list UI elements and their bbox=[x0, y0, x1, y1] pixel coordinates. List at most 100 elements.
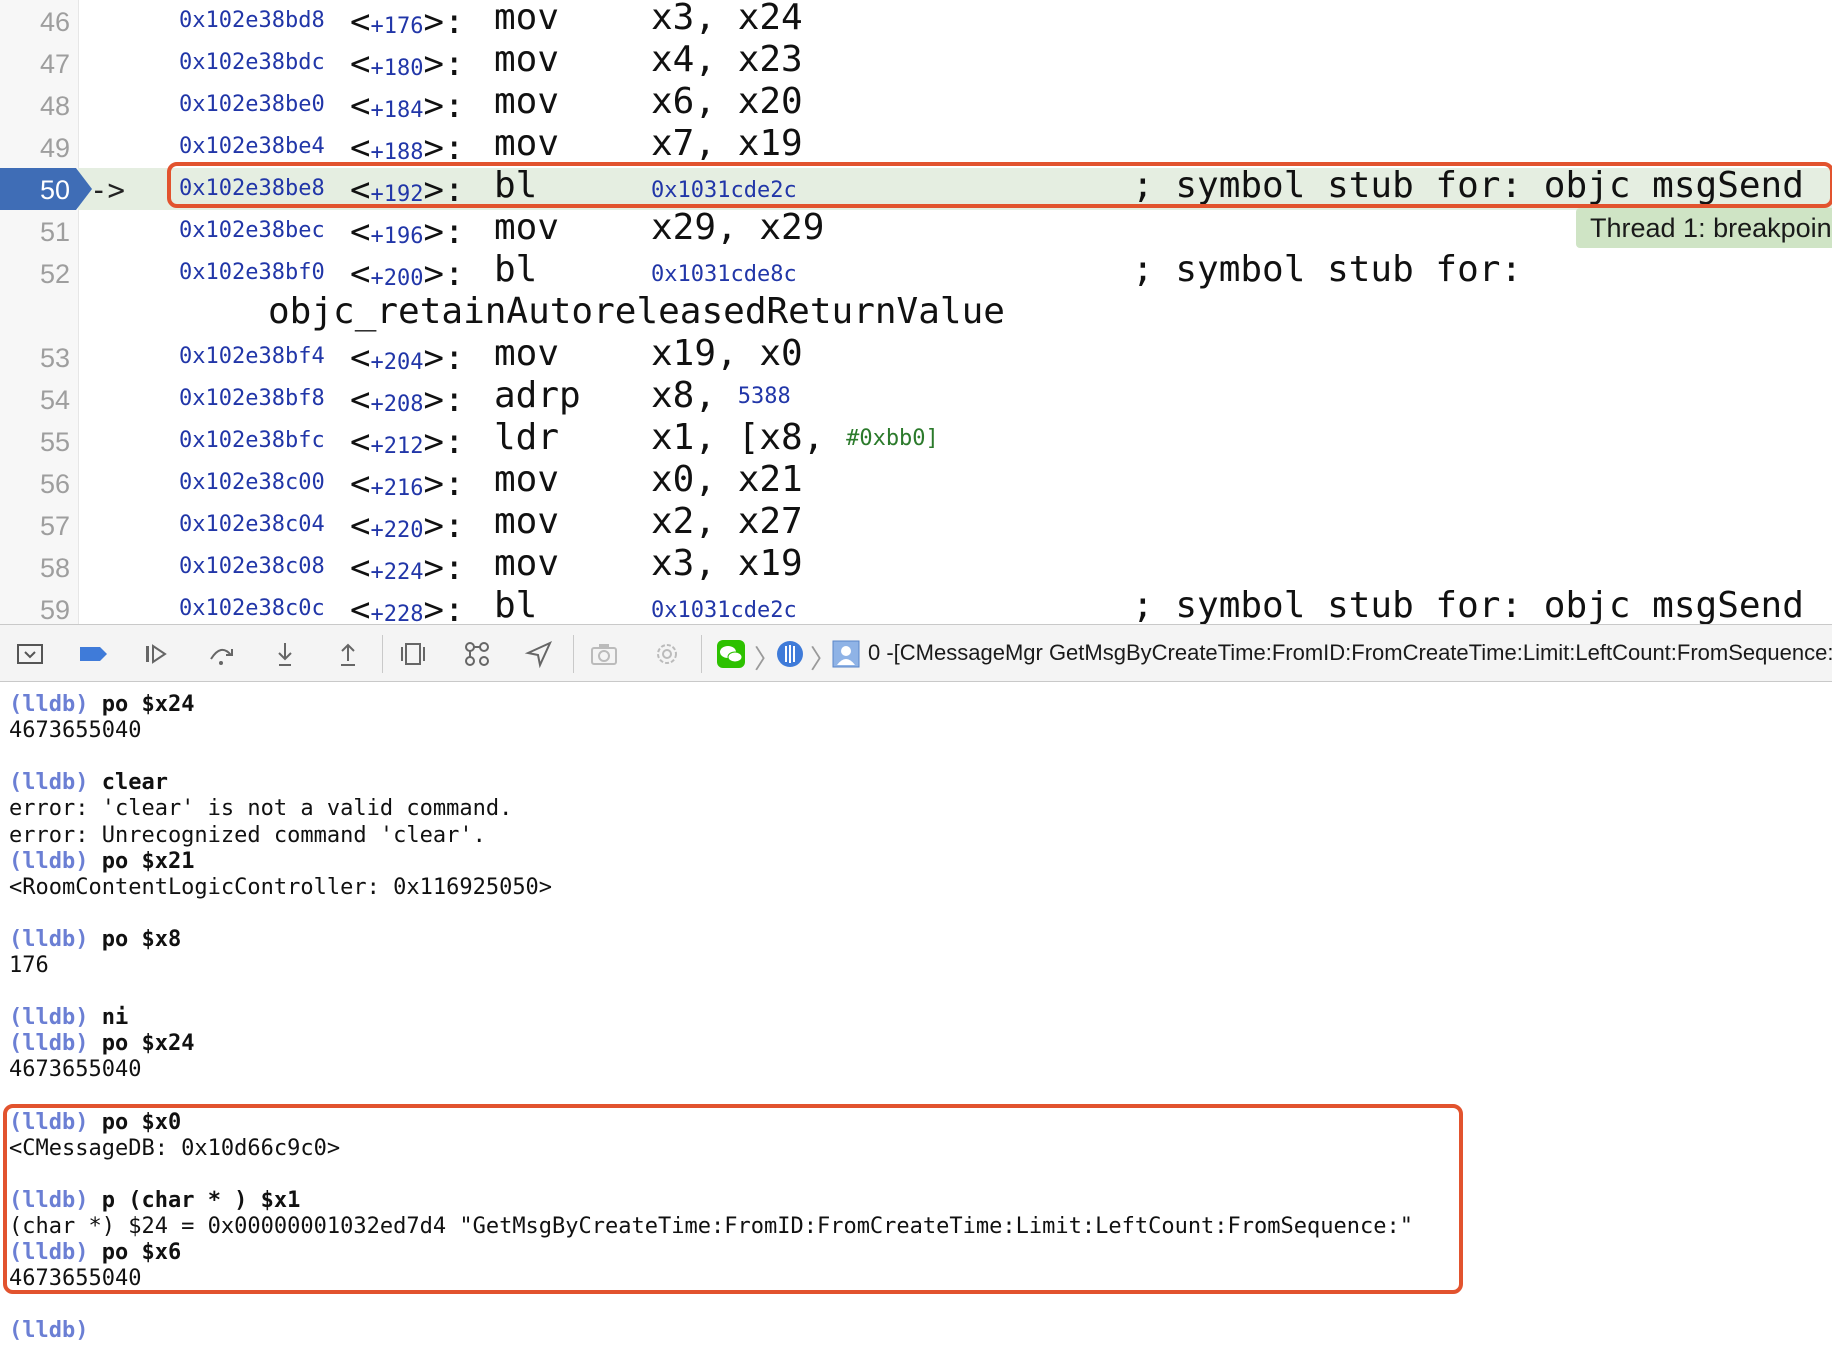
instruction-operands: x3, x19 bbox=[651, 543, 803, 584]
instruction-address: 0x102e38c00 bbox=[179, 470, 325, 495]
lldb-prompt: (lldb) bbox=[9, 770, 89, 796]
instruction-offset: <+176>: bbox=[350, 2, 465, 42]
thread-selector-button[interactable] bbox=[773, 637, 807, 671]
console-command: po $x21 bbox=[101, 848, 195, 874]
line-number: 47 bbox=[39, 49, 70, 79]
instruction-offset: <+180>: bbox=[350, 44, 465, 84]
instruction-mnemonic: mov bbox=[494, 81, 560, 122]
line-number: 51 bbox=[39, 217, 70, 247]
immediate-value: 5388 bbox=[737, 384, 791, 409]
instruction-offset: <+196>: bbox=[350, 212, 465, 252]
console-command-line: (lldb) clear bbox=[9, 770, 168, 796]
memory-graph-button[interactable] bbox=[460, 637, 494, 671]
hide-debug-area-button[interactable] bbox=[13, 637, 47, 671]
environment-overrides-button[interactable] bbox=[650, 637, 684, 671]
disassembly-line[interactable]: 54 0x102e38bf8 <+208>: adrp x8, 5388 bbox=[0, 376, 1832, 422]
instruction-operands: x1, [x8, #0xbb0] bbox=[651, 417, 939, 458]
step-into-button[interactable] bbox=[268, 637, 302, 671]
instruction-mnemonic: bl bbox=[494, 249, 538, 290]
step-out-button[interactable] bbox=[331, 637, 365, 671]
simulate-location-button[interactable] bbox=[522, 637, 556, 671]
disassembly-line[interactable]: 56 0x102e38c00 <+216>: mov x0, x21 bbox=[0, 460, 1832, 506]
stack-frame-label[interactable]: 0 -[CMessageMgr GetMsgByCreateTime:FromI… bbox=[868, 625, 1832, 681]
breakpoints-toggle-button[interactable] bbox=[76, 637, 110, 671]
instruction-offset: <+212>: bbox=[350, 422, 465, 462]
disassembly-line[interactable]: 51 0x102e38bec <+196>: mov x29, x29 bbox=[0, 208, 1832, 254]
disassembly-line[interactable]: 47 0x102e38bdc <+180>: mov x4, x23 bbox=[0, 40, 1832, 86]
breakpoint-icon bbox=[80, 647, 107, 661]
console-command: po $x8 bbox=[101, 926, 182, 952]
instruction-mnemonic: mov bbox=[494, 39, 560, 80]
disassembly-line[interactable]: 52 0x102e38bf0 <+200>: bl 0x1031cde8c; symbo… bbox=[0, 250, 1832, 296]
instruction-address: 0x102e38bdc bbox=[179, 50, 325, 75]
line-number: 57 bbox=[39, 511, 70, 541]
lldb-prompt: (lldb) bbox=[9, 692, 89, 717]
instruction-mnemonic: mov bbox=[494, 0, 560, 38]
console-output-line: 4673655040 bbox=[9, 1057, 142, 1083]
instruction-mnemonic: ldr bbox=[494, 417, 560, 458]
instruction-comment: ; symbol stub for: bbox=[1132, 249, 1523, 290]
instruction-operands: x8, 5388 bbox=[651, 375, 791, 416]
disassembly-line[interactable]: 57 0x102e38c04 <+220>: mov x2, x27 bbox=[0, 502, 1832, 548]
console-command: clear bbox=[101, 770, 168, 796]
line-number: 49 bbox=[39, 133, 70, 163]
pc-arrow-icon: -> bbox=[90, 173, 125, 207]
disassembly-line[interactable]: 53 0x102e38bf4 <+204>: mov x19, x0 bbox=[0, 334, 1832, 380]
step-out-icon bbox=[341, 643, 355, 666]
disassembly-line[interactable]: 48 0x102e38be0 <+184>: mov x6, x20 bbox=[0, 82, 1832, 128]
disassembly-line[interactable]: 55 0x102e38bfc <+212>: ldr x1, [x8, #0xbb0] bbox=[0, 418, 1832, 464]
lldb-console[interactable]: (lldb) po $x24 4673655040 (lldb) clear erro… bbox=[0, 682, 1832, 1350]
branch-target: 0x1031cde2c bbox=[651, 598, 797, 623]
thread-breakpoint-badge[interactable]: Thread 1: breakpoint bbox=[1576, 208, 1832, 248]
instruction-offset: <+216>: bbox=[350, 464, 465, 504]
continue-button[interactable] bbox=[139, 637, 173, 671]
instruction-mnemonic: mov bbox=[494, 501, 560, 542]
wechat-app-icon bbox=[717, 640, 745, 668]
lldb-prompt: (lldb) bbox=[9, 1318, 89, 1344]
instruction-address: 0x102e38bec bbox=[179, 218, 325, 243]
instruction-operands: x7, x19 bbox=[651, 123, 803, 164]
gear-icon bbox=[657, 644, 677, 664]
disassembly-editor[interactable]: 46 0x102e38bd8 <+176>: mov x3, x24 47 0x102e38… bbox=[0, 0, 1832, 624]
instruction-address: 0x102e38be0 bbox=[179, 92, 325, 117]
stack-frame-selector-button[interactable] bbox=[829, 637, 863, 671]
line-number: 56 bbox=[39, 469, 70, 499]
view-hierarchy-button[interactable] bbox=[396, 637, 430, 671]
instruction-operands: x4, x23 bbox=[651, 39, 803, 80]
disassembly-line[interactable]: 58 0x102e38c08 <+224>: mov x3, x19 bbox=[0, 544, 1832, 590]
wrapped-comment-continuation: objc_retainAutoreleasedReturnValue bbox=[268, 291, 1005, 332]
instruction-address: 0x102e38bd8 bbox=[179, 8, 325, 33]
line-number: 50 bbox=[39, 175, 70, 205]
lldb-prompt: (lldb) bbox=[9, 848, 89, 874]
branch-target: 0x1031cde8c bbox=[651, 262, 797, 287]
instruction-offset: <+224>: bbox=[350, 548, 465, 588]
lldb-prompt: (lldb) bbox=[9, 1031, 89, 1057]
lldb-prompt: (lldb) bbox=[9, 926, 89, 952]
current-instruction-highlight-box bbox=[167, 162, 1832, 208]
instruction-mnemonic: mov bbox=[494, 459, 560, 500]
console-command-line: (lldb) bbox=[9, 1318, 102, 1344]
instruction-operands: x0, x21 bbox=[651, 459, 803, 500]
instruction-mnemonic: mov bbox=[494, 333, 560, 374]
instruction-operands: x6, x20 bbox=[651, 81, 803, 122]
instruction-address: 0x102e38c04 bbox=[179, 512, 325, 537]
instruction-mnemonic: mov bbox=[494, 123, 560, 164]
disassembly-line[interactable]: 46 0x102e38bd8 <+176>: mov x3, x24 bbox=[0, 0, 1832, 44]
line-number: 52 bbox=[39, 259, 70, 289]
console-command-line: (lldb) po $x8 bbox=[9, 927, 181, 953]
console-output-line: 176 bbox=[9, 953, 49, 978]
instruction-address: 0x102e38bf4 bbox=[179, 344, 325, 369]
process-wechat-button[interactable] bbox=[714, 637, 748, 671]
line-number: 59 bbox=[39, 595, 70, 624]
instruction-operands: 0x1031cde8c bbox=[651, 250, 797, 295]
instruction-offset: <+228>: bbox=[350, 590, 465, 624]
instruction-offset: <+208>: bbox=[350, 380, 465, 420]
instruction-mnemonic: mov bbox=[494, 543, 560, 584]
disassembly-line[interactable]: 59 0x102e38c0c <+228>: bl 0x1031cde2c ; symbo… bbox=[0, 586, 1832, 625]
camera-button[interactable] bbox=[587, 637, 621, 671]
instruction-offset: <+204>: bbox=[350, 338, 465, 378]
line-number: 53 bbox=[39, 343, 70, 373]
step-into-icon bbox=[278, 643, 292, 666]
step-over-button[interactable] bbox=[204, 637, 238, 671]
instruction-mnemonic: bl bbox=[494, 585, 538, 625]
